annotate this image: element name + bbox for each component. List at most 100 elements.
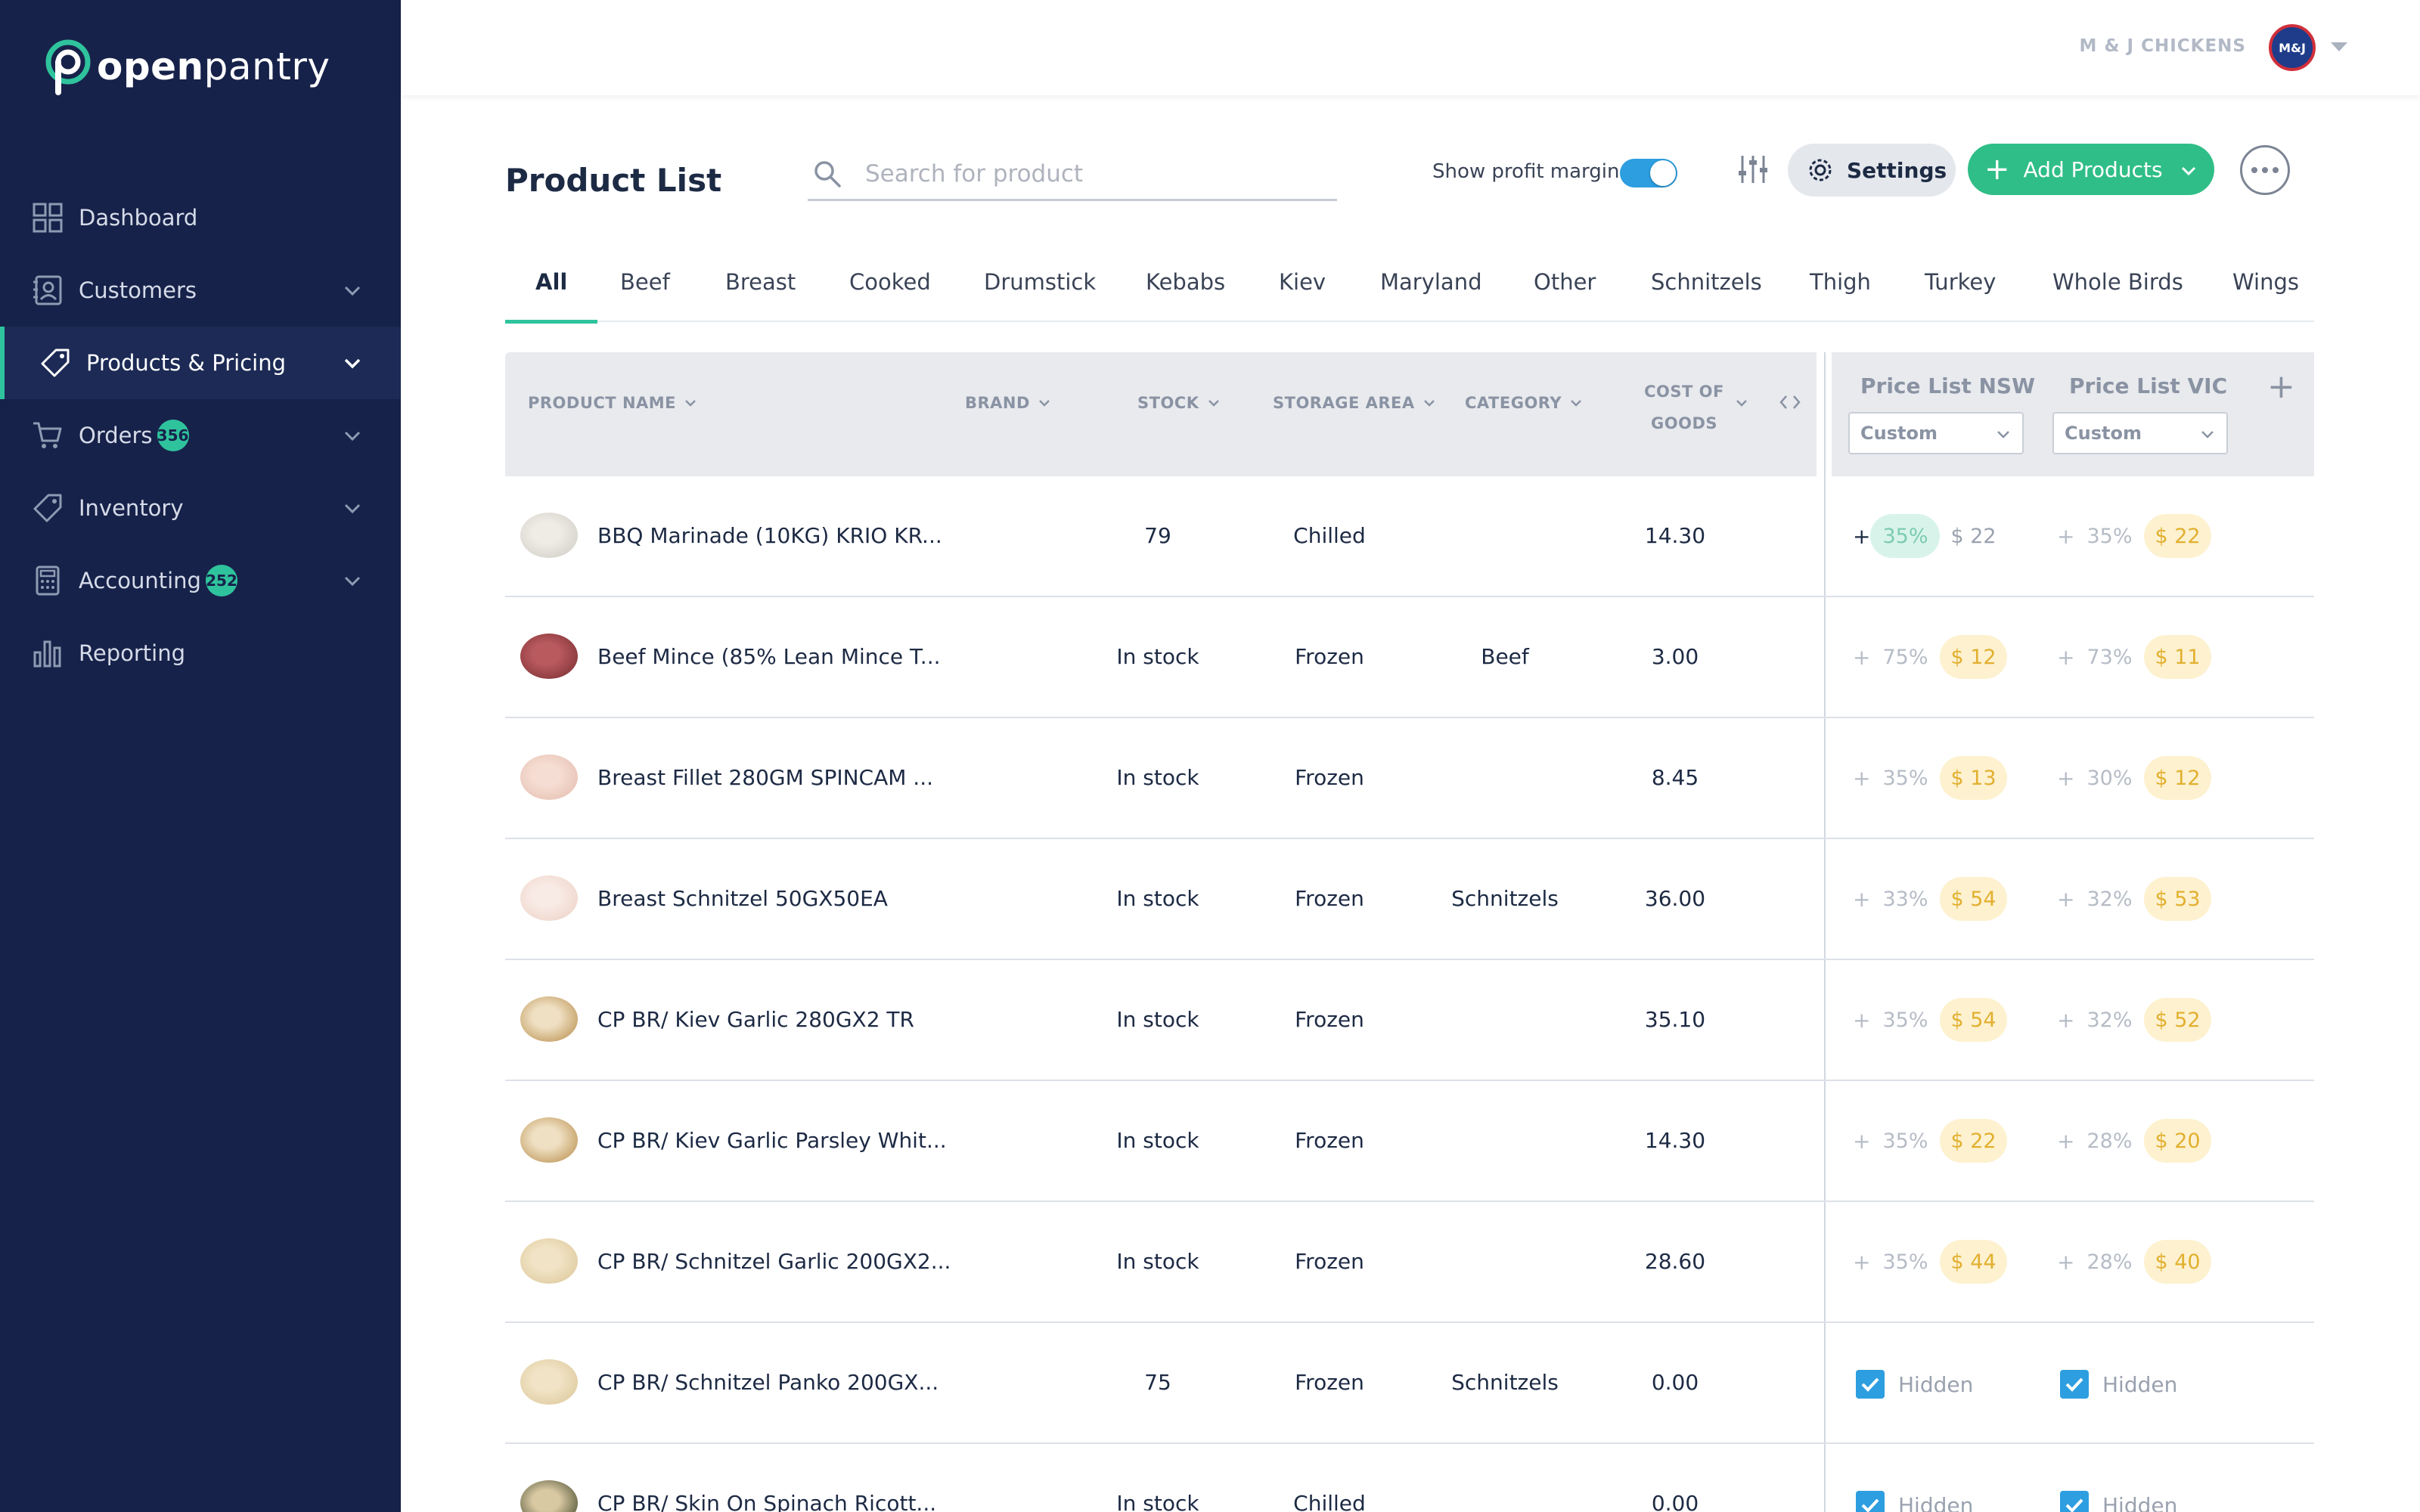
margin-percent[interactable]: 33% (1870, 877, 1940, 921)
chevron-down-icon[interactable] (342, 570, 363, 591)
price-nsw-cell[interactable]: +35% $ 22 (1853, 1119, 2007, 1163)
margin-percent[interactable]: 30% (2074, 756, 2144, 800)
tab-schnitzels[interactable]: Schnitzels (1651, 269, 1762, 322)
price-value[interactable]: $ 54 (1940, 998, 2007, 1042)
price-nsw-cell[interactable]: +35% $ 22 (1853, 514, 2007, 558)
plus-icon[interactable]: + (2057, 1008, 2074, 1033)
price-value[interactable]: $ 12 (1940, 635, 2007, 679)
add-price-list-button[interactable]: + (2267, 370, 2295, 404)
plus-icon[interactable]: + (2057, 1129, 2074, 1154)
caret-down-icon[interactable] (2331, 42, 2347, 51)
price-vic-cell[interactable]: +28% $ 20 (2057, 1119, 2211, 1163)
plus-icon[interactable]: + (1853, 1129, 1870, 1154)
table-row[interactable]: Breast Schnitzel 50GX50EA In stock Frozen S… (505, 839, 2314, 960)
price-value[interactable]: $ 54 (1940, 877, 2007, 921)
price-value[interactable]: $ 53 (2144, 877, 2211, 921)
sidebar-item-products-pricing[interactable]: Products & Pricing (0, 327, 401, 399)
column-header-cost-of-goods[interactable]: COST OF GOODS (1643, 376, 1726, 439)
avatar[interactable]: M&J (2269, 24, 2316, 71)
price-value[interactable]: $ 22 (1940, 514, 2006, 558)
price-list-vic-mode-select[interactable]: Custom (2052, 412, 2228, 454)
margin-percent[interactable]: 35% (1870, 1240, 1940, 1284)
add-products-button[interactable]: + Add Products (1968, 144, 2214, 195)
chevron-down-icon[interactable] (342, 280, 363, 301)
price-vic-hidden-checkbox[interactable]: Hidden (2060, 1491, 2177, 1512)
price-nsw-hidden-checkbox[interactable]: Hidden (1856, 1370, 1973, 1399)
expand-columns-icon[interactable] (1779, 393, 1801, 411)
margin-percent[interactable]: 32% (2074, 998, 2144, 1042)
price-value[interactable]: $ 20 (2144, 1119, 2211, 1163)
plus-icon[interactable]: + (2057, 887, 2074, 912)
margin-percent[interactable]: 75% (1870, 635, 1940, 679)
sliders-icon[interactable] (1736, 153, 1770, 186)
column-header-product-name[interactable]: PRODUCT NAME (528, 394, 697, 412)
plus-icon[interactable]: + (2057, 524, 2074, 549)
plus-icon[interactable]: + (1853, 1250, 1870, 1275)
tab-maryland[interactable]: Maryland (1380, 269, 1482, 322)
search-input[interactable] (865, 160, 1319, 187)
price-vic-cell[interactable]: +73% $ 11 (2057, 635, 2211, 679)
more-options-button[interactable] (2240, 145, 2290, 195)
price-nsw-hidden-checkbox[interactable]: Hidden (1856, 1491, 1973, 1512)
plus-icon[interactable]: + (1853, 766, 1870, 791)
table-row[interactable]: CP BR/ Kiev Garlic Parsley Whit... In sto… (505, 1081, 2314, 1202)
margin-percent[interactable]: 35% (1870, 514, 1941, 558)
plus-icon[interactable]: + (1853, 524, 1870, 549)
table-row[interactable]: CP BR/ Schnitzel Garlic 200GX2... In stoc… (505, 1202, 2314, 1323)
price-vic-cell[interactable]: +28% $ 40 (2057, 1240, 2211, 1284)
price-nsw-cell[interactable]: +35% $ 13 (1853, 756, 2007, 800)
settings-button[interactable]: Settings (1788, 144, 1956, 197)
margin-percent[interactable]: 28% (2074, 1119, 2144, 1163)
tab-kebabs[interactable]: Kebabs (1146, 269, 1225, 322)
table-row[interactable]: BBQ Marinade (10KG) KRIO KR... 79 Chilled 1… (505, 476, 2314, 597)
chevron-down-icon[interactable] (342, 497, 363, 519)
price-vic-cell[interactable]: +35% $ 22 (2057, 514, 2211, 558)
tab-turkey[interactable]: Turkey (1925, 269, 1996, 322)
brand-logo[interactable]: openpantry (42, 38, 330, 95)
margin-percent[interactable]: 28% (2074, 1240, 2144, 1284)
column-header-storage-area[interactable]: STORAGE AREA (1273, 394, 1436, 412)
tab-all[interactable]: All (504, 269, 598, 324)
tab-kiev[interactable]: Kiev (1279, 269, 1326, 322)
price-value[interactable]: $ 52 (2144, 998, 2211, 1042)
sidebar-item-accounting[interactable]: Accounting 252 (0, 544, 401, 617)
margin-percent[interactable]: 35% (2074, 514, 2144, 558)
price-value[interactable]: $ 13 (1940, 756, 2007, 800)
margin-percent[interactable]: 35% (1870, 756, 1940, 800)
table-row[interactable]: CP BR/ Kiev Garlic 280GX2 TR In stock Froz… (505, 960, 2314, 1081)
tab-wings[interactable]: Wings (2232, 269, 2299, 322)
price-vic-cell[interactable]: +30% $ 12 (2057, 756, 2211, 800)
sidebar-item-reporting[interactable]: Reporting (0, 617, 401, 689)
chevron-down-icon[interactable] (342, 425, 363, 446)
company-name[interactable]: M & J CHICKENS (2080, 36, 2246, 56)
price-nsw-cell[interactable]: +35% $ 54 (1853, 998, 2007, 1042)
table-row[interactable]: Breast Fillet 280GM SPINCAM ... In stock F… (505, 718, 2314, 839)
tab-beef[interactable]: Beef (620, 269, 670, 322)
column-header-category[interactable]: CATEGORY (1465, 394, 1583, 412)
price-value[interactable]: $ 11 (2144, 635, 2211, 679)
price-list-nsw-mode-select[interactable]: Custom (1848, 412, 2024, 454)
margin-percent[interactable]: 35% (1870, 998, 1940, 1042)
price-vic-cell[interactable]: +32% $ 53 (2057, 877, 2211, 921)
sidebar-item-dashboard[interactable]: Dashboard (0, 181, 401, 254)
sidebar-item-orders[interactable]: Orders 356 (0, 399, 401, 472)
table-row[interactable]: CP BR/ Skin On Spinach Ricott... In stock… (505, 1444, 2314, 1512)
chevron-down-icon[interactable] (342, 352, 363, 373)
plus-icon[interactable]: + (1853, 887, 1870, 912)
price-value[interactable]: $ 12 (2144, 756, 2211, 800)
table-row[interactable]: CP BR/ Schnitzel Panko 200GX... 75 Frozen S… (505, 1323, 2314, 1444)
margin-percent[interactable]: 32% (2074, 877, 2144, 921)
column-header-brand[interactable]: BRAND (965, 394, 1051, 412)
tab-drumstick[interactable]: Drumstick (984, 269, 1096, 322)
margin-percent[interactable]: 35% (1870, 1119, 1940, 1163)
price-value[interactable]: $ 44 (1940, 1240, 2007, 1284)
plus-icon[interactable]: + (1853, 645, 1870, 670)
price-nsw-cell[interactable]: +33% $ 54 (1853, 877, 2007, 921)
price-value[interactable]: $ 22 (2144, 514, 2211, 558)
tab-breast[interactable]: Breast (725, 269, 796, 322)
sidebar-item-inventory[interactable]: Inventory (0, 472, 401, 544)
plus-icon[interactable]: + (1853, 1008, 1870, 1033)
price-vic-cell[interactable]: +32% $ 52 (2057, 998, 2211, 1042)
tab-other[interactable]: Other (1534, 269, 1596, 322)
chevron-down-icon[interactable] (2180, 162, 2198, 180)
